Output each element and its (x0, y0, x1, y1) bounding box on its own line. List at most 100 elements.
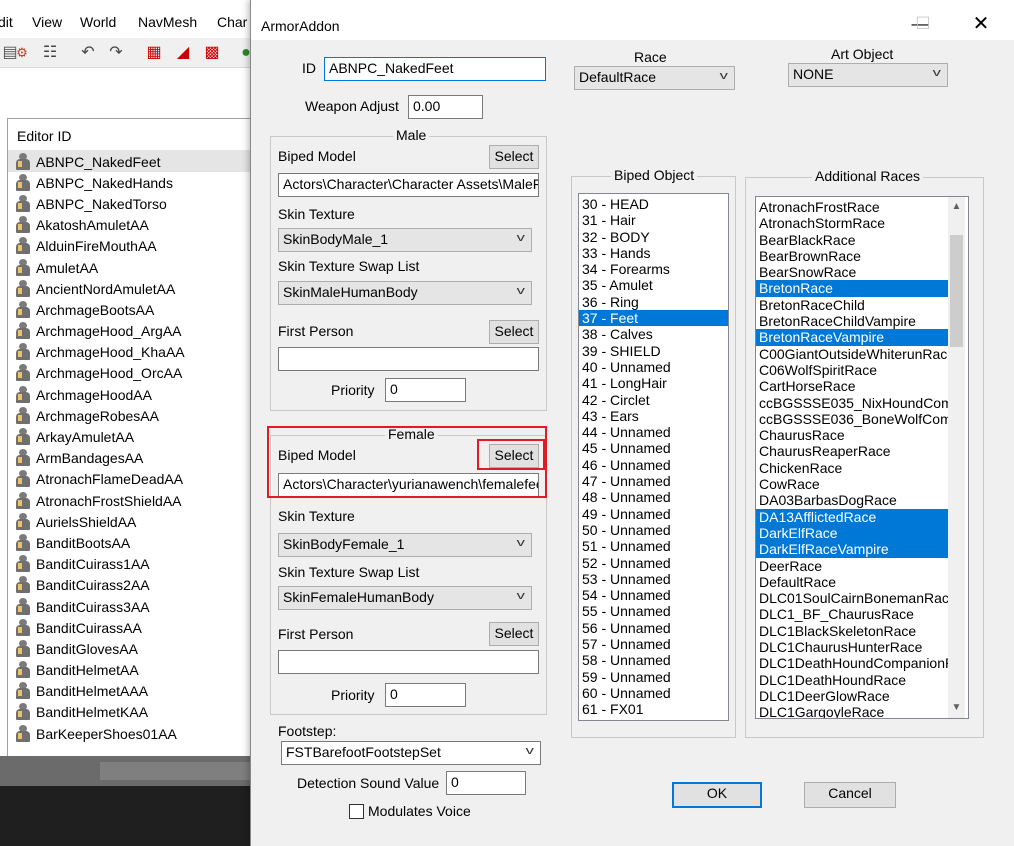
biped-object-item[interactable]: 47 - Unnamed (579, 473, 728, 489)
additional-race-item[interactable]: ChaurusReaperRace (756, 443, 948, 459)
biped-object-item[interactable]: 38 - Calves (579, 326, 728, 342)
list-item[interactable]: ArchmageBootsAA (8, 299, 260, 320)
additional-race-item[interactable]: AtronachStormRace (756, 215, 948, 231)
list-item[interactable]: BanditCuirass2AA (8, 575, 260, 596)
angle-icon[interactable]: ◢ (173, 43, 193, 63)
additional-race-item[interactable]: DLC1BlackSkeletonRace (756, 623, 948, 639)
additional-race-item[interactable]: DLC01SoulCairnBonemanRace (756, 590, 948, 606)
detection-sound-field[interactable]: 0 (446, 771, 526, 795)
ok-button[interactable]: OK (672, 782, 762, 808)
list-item[interactable]: BarKeeperShoes01AA (8, 723, 260, 744)
list-item[interactable]: ABNPC_NakedHands (8, 172, 260, 193)
additional-race-item[interactable]: CartHorseRace (756, 378, 948, 394)
biped-object-item[interactable]: 30 - HEAD (579, 196, 728, 212)
menu-character[interactable]: Char (217, 14, 247, 30)
list-item[interactable]: AkatoshAmuletAA (8, 215, 260, 236)
male-swap-list-dropdown[interactable]: SkinMaleHumanBody v (278, 281, 532, 305)
female-first-person-field[interactable] (278, 650, 539, 674)
race-dropdown[interactable]: DefaultRace v (574, 66, 735, 90)
female-first-person-select-button[interactable]: Select (489, 622, 539, 646)
additional-race-item[interactable]: C06WolfSpiritRace (756, 362, 948, 378)
biped-object-item[interactable]: 52 - Unnamed (579, 555, 728, 571)
additional-race-item[interactable]: BretonRace (756, 280, 948, 297)
list-item[interactable]: AtronachFlameDeadAA (8, 469, 260, 490)
additional-race-item[interactable]: DA13AfflictedRace (756, 508, 948, 525)
female-swap-list-dropdown[interactable]: SkinFemaleHumanBody v (278, 586, 532, 610)
list-item[interactable]: ArchmageHood_KhaAA (8, 342, 260, 363)
close-icon[interactable]: ✕ (966, 12, 996, 36)
modulates-voice-checkbox[interactable] (349, 804, 364, 819)
additional-race-item[interactable]: ccBGSSSE036_BoneWolfCom (756, 411, 948, 427)
list-item[interactable]: ArchmageRobesAA (8, 405, 260, 426)
list-item[interactable]: AlduinFireMouthAA (8, 236, 260, 257)
additional-race-item[interactable]: ChaurusRace (756, 427, 948, 443)
object-list[interactable]: Editor ID ABNPC_NakedFeet ABNPC_NakedHand… (7, 118, 260, 758)
biped-object-item[interactable]: 34 - Forearms (579, 261, 728, 277)
settings-icon[interactable]: ☷ (40, 43, 60, 63)
additional-race-item[interactable]: BretonRaceChild (756, 297, 948, 313)
male-biped-model-field[interactable]: Actors\Character\Character Assets\MaleFe (278, 173, 539, 197)
male-biped-select-button[interactable]: Select (489, 145, 539, 169)
column-header-editor-id[interactable]: Editor ID (8, 119, 260, 151)
additional-race-item[interactable]: AtronachFrostRace (756, 199, 948, 215)
male-skin-texture-dropdown[interactable]: SkinBodyMale_1 v (278, 228, 532, 252)
cancel-button[interactable]: Cancel (804, 782, 896, 808)
list-item[interactable]: AurielsShieldAA (8, 511, 260, 532)
list-item[interactable]: BanditCuirassAA (8, 617, 260, 638)
additional-race-item[interactable]: ChickenRace (756, 460, 948, 476)
list-item[interactable]: ABNPC_NakedFeet (8, 151, 260, 173)
additional-race-item[interactable]: BearSnowRace (756, 264, 948, 280)
list-item[interactable]: BanditHelmetAA (8, 660, 260, 681)
list-item[interactable]: ArchmageHoodAA (8, 384, 260, 405)
additional-race-item[interactable]: C00GiantOutsideWhiterunRace (756, 346, 948, 362)
additional-race-item[interactable]: BearBlackRace (756, 232, 948, 248)
biped-object-item[interactable]: 60 - Unnamed (579, 685, 728, 701)
list-item[interactable]: BanditCuirass3AA (8, 596, 260, 617)
biped-object-item[interactable]: 51 - Unnamed (579, 538, 728, 554)
list-item[interactable]: BanditGlovesAA (8, 638, 260, 659)
biped-object-item[interactable]: 53 - Unnamed (579, 571, 728, 587)
id-field[interactable]: ABNPC_NakedFeet (324, 57, 546, 81)
biped-object-item[interactable]: 49 - Unnamed (579, 506, 728, 522)
scroll-up-icon[interactable]: ▲ (948, 201, 965, 212)
biped-object-item[interactable]: 54 - Unnamed (579, 587, 728, 603)
biped-object-item[interactable]: 33 - Hands (579, 245, 728, 261)
additional-race-item[interactable]: BretonRaceChildVampire (756, 313, 948, 329)
art-object-dropdown[interactable]: NONE v (788, 63, 948, 87)
biped-object-item[interactable]: 45 - Unnamed (579, 440, 728, 456)
male-priority-field[interactable]: 0 (385, 378, 466, 402)
additional-races-list[interactable]: AtronachFrostRace AtronachStormRace BearBl… (755, 196, 969, 719)
biped-object-item[interactable]: 40 - Unnamed (579, 359, 728, 375)
biped-object-item[interactable]: 36 - Ring (579, 294, 728, 310)
list-item[interactable]: ArmBandagesAA (8, 448, 260, 469)
biped-object-item[interactable]: 58 - Unnamed (579, 652, 728, 668)
additional-race-item[interactable]: CowRace (756, 476, 948, 492)
list-item[interactable]: AncientNordAmuletAA (8, 278, 260, 299)
additional-race-item[interactable]: BretonRaceVampire (756, 329, 948, 346)
biped-object-item[interactable]: 44 - Unnamed (579, 424, 728, 440)
biped-object-item[interactable]: 61 - FX01 (579, 701, 728, 717)
additional-race-item[interactable]: DLC1_BF_ChaurusRace (756, 606, 948, 622)
list-item[interactable]: AmuletAA (8, 257, 260, 278)
list-item[interactable]: ArkayAmuletAA (8, 426, 260, 447)
additional-race-item[interactable]: DarkElfRace (756, 524, 948, 542)
biped-object-list[interactable]: 30 - HEAD 31 - Hair 32 - BODY 33 - Hands 34 … (578, 193, 729, 721)
additional-race-item[interactable]: DLC1DeathHoundRace (756, 672, 948, 688)
biped-object-item[interactable]: 56 - Unnamed (579, 620, 728, 636)
redo-icon[interactable]: ↷ (106, 43, 126, 63)
menu-navmesh[interactable]: NavMesh (138, 14, 197, 30)
biped-object-item[interactable]: 41 - LongHair (579, 375, 728, 391)
menu-view[interactable]: View (32, 14, 62, 30)
scrollbar-thumb[interactable] (950, 235, 963, 347)
list-item[interactable]: BanditHelmetAAA (8, 681, 260, 702)
list-item[interactable]: BanditHelmetKAA (8, 702, 260, 723)
female-skin-texture-dropdown[interactable]: SkinBodyFemale_1 v (278, 533, 532, 557)
biped-object-item[interactable]: 39 - SHIELD (579, 343, 728, 359)
biped-object-item[interactable]: 42 - Circlet (579, 392, 728, 408)
biped-object-item[interactable]: 59 - Unnamed (579, 669, 728, 685)
biped-object-item[interactable]: 46 - Unnamed (579, 457, 728, 473)
footstep-dropdown[interactable]: FSTBarefootFootstepSet v (281, 741, 541, 765)
biped-object-item[interactable]: 55 - Unnamed (579, 603, 728, 619)
link-icon[interactable]: ▩ (202, 43, 222, 63)
biped-object-item[interactable]: 31 - Hair (579, 212, 728, 228)
